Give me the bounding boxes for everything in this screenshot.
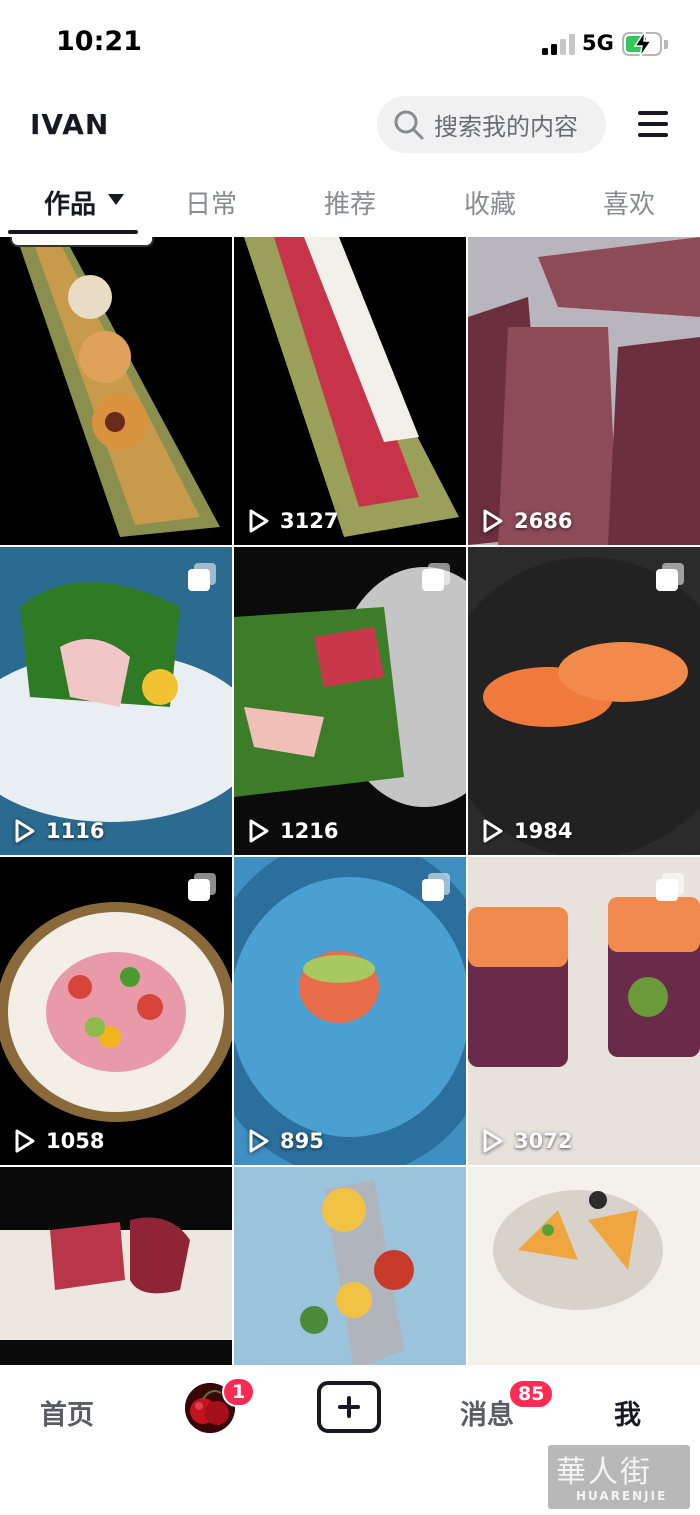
video-tile[interactable]: 895 [234,857,466,1165]
tab-likes[interactable]: 喜欢 [603,184,655,221]
site-watermark-logo: 華人街 HUARENJIE [548,1445,690,1509]
play-count: 1984 [482,819,572,843]
play-count-value: 2686 [514,509,573,533]
active-tab-indicator [8,230,138,234]
video-tile[interactable]: 1984 [468,547,700,855]
multi-image-icon [422,563,452,591]
signal-icon [542,33,576,55]
content-tabs: 作品 日常 推荐 收藏 喜欢 [0,170,700,234]
video-tile[interactable] [0,237,232,545]
play-count-value: 1058 [46,1129,105,1153]
play-count: 1058 [14,1129,104,1153]
play-icon [483,509,503,533]
tab-recommended[interactable]: 推荐 [324,184,376,221]
pinned-tag [10,237,154,247]
status-time: 10:21 [56,26,142,57]
multi-image-icon [422,873,452,901]
nav-home[interactable]: 首页 [40,1393,94,1432]
play-icon [483,1129,503,1153]
play-count: 2686 [482,509,572,533]
play-count-value: 1116 [46,819,105,843]
multi-image-icon [188,563,218,591]
search-icon [394,110,424,139]
video-tile[interactable]: 2686 [468,237,700,545]
play-icon [15,819,35,843]
video-tile[interactable]: 1058 [0,857,232,1165]
food-thumbnail-image [20,247,220,537]
nav-me[interactable]: 我 [614,1393,641,1432]
chevron-down-icon[interactable] [108,194,124,205]
friends-notification-badge: 1 [222,1377,256,1407]
food-thumbnail-image [234,857,466,1165]
play-icon [249,509,269,533]
watermark-main-text: 華人街 [556,1455,652,1490]
search-input[interactable]: 搜索我的内容 [377,96,606,153]
watermark-sub-text: HUARENJIE [576,1489,668,1503]
profile-username: IVAN [30,108,110,141]
create-post-button[interactable] [317,1381,381,1433]
play-count: 3127 [248,509,338,533]
search-placeholder: 搜索我的内容 [434,113,578,141]
food-thumbnail-image [0,902,232,1122]
play-icon [249,1129,269,1153]
play-count-value: 3072 [514,1129,573,1153]
video-tile[interactable]: 3127 [234,237,466,545]
video-grid: 3127 2686 1116 1216 1984 1058 895 3072 [0,237,700,1401]
food-thumbnail-image [468,857,700,1165]
multi-image-icon [656,873,686,901]
status-bar: 10:21 5G [0,0,700,90]
food-thumbnail-image [244,237,459,537]
play-count: 895 [248,1129,324,1153]
nav-messages[interactable]: 消息 [460,1393,514,1432]
play-icon [15,1129,35,1153]
multi-image-icon [188,873,218,901]
play-count: 1116 [14,819,104,843]
food-thumbnail-image [234,547,466,855]
food-thumbnail-image [468,237,700,545]
hamburger-menu-icon[interactable] [638,111,668,137]
tab-favorites[interactable]: 收藏 [464,184,516,221]
play-count-value: 1984 [514,819,573,843]
play-count-value: 895 [280,1129,324,1153]
tab-works[interactable]: 作品 [44,184,96,221]
food-thumbnail-image [0,582,232,855]
multi-image-icon [656,563,686,591]
video-tile[interactable]: 1116 [0,547,232,855]
charging-bolt-icon [633,30,653,58]
tab-daily[interactable]: 日常 [185,184,237,221]
play-icon [249,819,269,843]
play-count: 3072 [482,1129,572,1153]
battery-cap [664,40,668,49]
food-thumbnail-image [468,547,700,855]
network-type: 5G [582,31,614,55]
play-icon [483,819,503,843]
plus-icon-vertical [347,1396,351,1418]
play-count: 1216 [248,819,338,843]
play-count-value: 1216 [280,819,339,843]
video-tile[interactable]: 3072 [468,857,700,1165]
messages-notification-badge: 85 [508,1379,555,1409]
video-tile[interactable]: 1216 [234,547,466,855]
play-count-value: 3127 [280,509,339,533]
